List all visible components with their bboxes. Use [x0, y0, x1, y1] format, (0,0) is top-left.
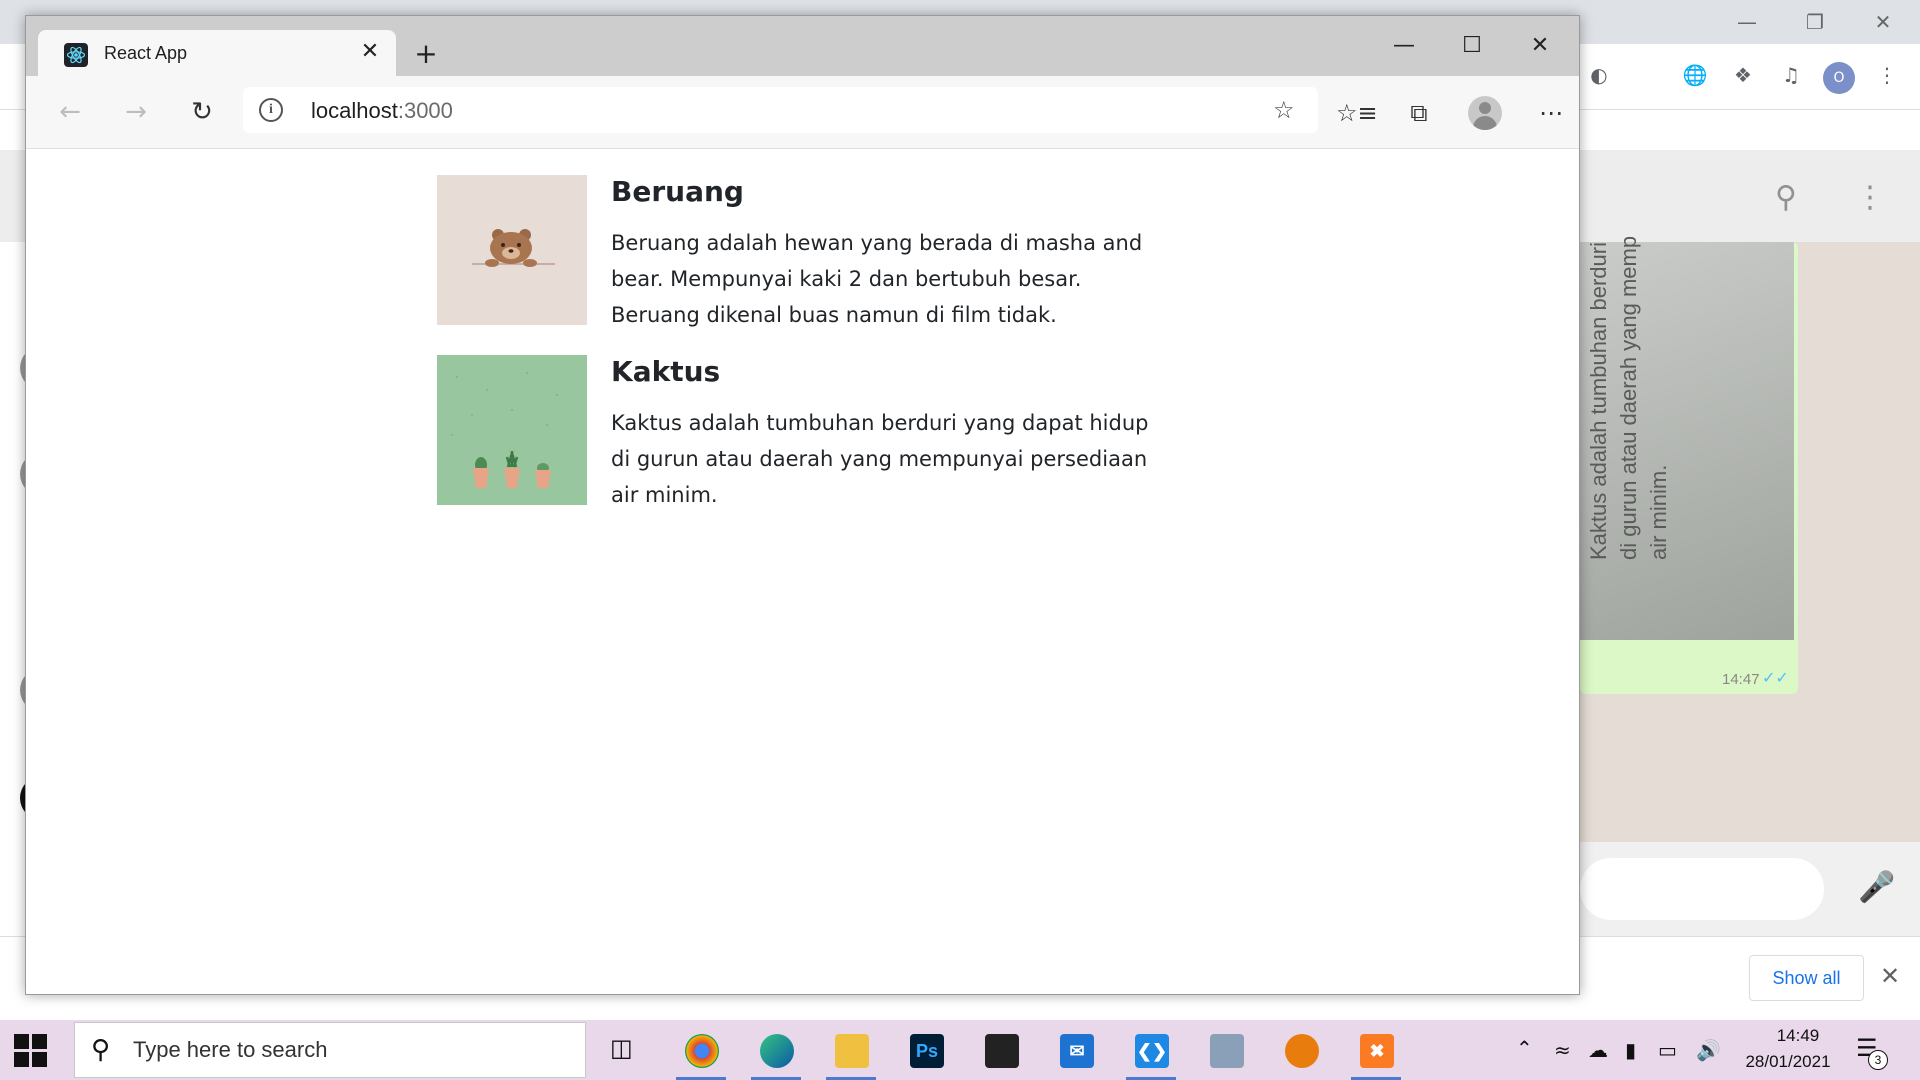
page-content: Beruang Beruang adalah hewan yang berada…: [26, 150, 1579, 994]
task-view-icon[interactable]: ◫: [610, 1034, 640, 1064]
microphone-icon[interactable]: ▮: [1625, 1038, 1636, 1062]
cactus-image: [437, 355, 587, 505]
photoshop-icon[interactable]: Ps: [895, 1024, 957, 1080]
vscode-icon[interactable]: ❮❯: [1120, 1024, 1182, 1080]
show-hidden-icons-chevron-icon[interactable]: ⌃: [1516, 1036, 1533, 1060]
bear-illustration-icon: [472, 229, 555, 267]
show-all-button[interactable]: Show all: [1749, 955, 1864, 1001]
minimize-icon[interactable]: —: [1384, 31, 1424, 61]
card-title: Kaktus: [611, 355, 721, 388]
bg-chat-search-icon[interactable]: ⚲: [1775, 180, 1797, 215]
site-info-icon[interactable]: i: [259, 98, 283, 122]
bg-mic-icon[interactable]: 🎤: [1858, 870, 1895, 906]
taskbar-search-placeholder: Type here to search: [133, 1037, 328, 1062]
collections-icon[interactable]: ⧉: [1402, 96, 1436, 130]
tab-close-icon[interactable]: ✕: [358, 40, 382, 64]
more-options-icon[interactable]: ⋯: [1534, 96, 1568, 130]
add-favorite-icon[interactable]: ☆: [1273, 96, 1295, 124]
back-button[interactable]: ←: [52, 94, 88, 130]
edge-titlebar: React App ✕ + — ☐ ✕: [26, 16, 1579, 76]
volume-icon[interactable]: 🔊: [1696, 1038, 1721, 1062]
profile-avatar-icon[interactable]: [1468, 96, 1502, 130]
card-description: Kaktus adalah tumbuhan berduri yang dapa…: [611, 411, 1149, 507]
file-explorer-icon[interactable]: [820, 1024, 882, 1080]
edge-app-icon[interactable]: [745, 1024, 807, 1080]
taskbar-search-box[interactable]: ⚲ Type here to search: [74, 1022, 586, 1078]
address-bar[interactable]: i localhost:3000 ☆: [243, 87, 1318, 133]
card-description: Beruang adalah hewan yang berada di mash…: [611, 231, 1143, 327]
bg-extension-icon-1[interactable]: ◐: [1586, 62, 1612, 88]
bg-media-icon[interactable]: ♫: [1778, 62, 1804, 88]
bg-globe-icon[interactable]: 🌐: [1682, 62, 1708, 88]
download-bar-close-icon[interactable]: ✕: [1880, 962, 1900, 990]
tab-react-app[interactable]: React App ✕: [38, 30, 396, 76]
card-beruang: Beruang Beruang adalah hewan yang berada…: [437, 175, 1177, 335]
bg-chat-menu-icon[interactable]: ⋮: [1855, 180, 1885, 215]
close-window-icon[interactable]: ✕: [1520, 31, 1560, 61]
card-title: Beruang: [611, 175, 744, 208]
chrome-app-icon[interactable]: [670, 1024, 732, 1080]
url-port: :3000: [397, 98, 453, 123]
bg-profile-avatar[interactable]: O: [1823, 62, 1855, 94]
taskbar-clock-time[interactable]: 14:49: [1758, 1026, 1838, 1046]
mail-icon[interactable]: ✉: [1045, 1024, 1107, 1080]
wifi-icon[interactable]: ≈: [1554, 1038, 1571, 1062]
battery-icon[interactable]: ▭: [1658, 1038, 1677, 1062]
bg-read-ticks-icon: ✓✓: [1762, 668, 1789, 687]
react-logo-icon: [64, 43, 88, 67]
blender-icon[interactable]: [1270, 1024, 1332, 1080]
windows-start-icon[interactable]: [14, 1034, 48, 1068]
cactus-illustration-icon: [451, 372, 558, 488]
bg-message-input[interactable]: [1580, 858, 1824, 920]
bg-message-time: 14:47: [1722, 671, 1760, 688]
bg-minimize-icon[interactable]: —: [1732, 8, 1762, 36]
search-icon: ⚲: [91, 1035, 111, 1065]
favorites-icon[interactable]: ☆≡: [1336, 96, 1378, 130]
refresh-button[interactable]: ↻: [184, 94, 220, 130]
bear-image: [437, 175, 587, 325]
microsoft-store-icon[interactable]: [970, 1024, 1032, 1080]
onedrive-cloud-icon[interactable]: ☁: [1588, 1038, 1608, 1062]
edge-browser-window: React App ✕ + — ☐ ✕ ← → ↻ i localhost:30…: [25, 15, 1580, 995]
network-tool-icon[interactable]: [1195, 1024, 1257, 1080]
url-text[interactable]: localhost:3000: [311, 98, 453, 124]
tab-title: React App: [104, 43, 188, 63]
bg-menu-icon[interactable]: ⋮: [1874, 62, 1900, 88]
url-host: localhost: [311, 98, 398, 123]
card-kaktus: Kaktus Kaktus adalah tumbuhan berduri ya…: [437, 355, 1177, 515]
maximize-icon[interactable]: ☐: [1452, 31, 1492, 61]
windows-taskbar: ⚲ Type here to search ◫ Ps ✉ ❮❯ ✖ ⌃ ≈ ☁ …: [0, 1020, 1920, 1080]
bg-close-icon[interactable]: ✕: [1868, 8, 1898, 36]
bg-photo-text: Kaktus adalah tumbuhan berduri di gurun …: [1586, 235, 1671, 560]
forward-button[interactable]: →: [118, 94, 154, 130]
taskbar-clock-date[interactable]: 28/01/2021: [1733, 1052, 1843, 1072]
bg-puzzle-icon[interactable]: ❖: [1730, 62, 1756, 88]
notification-count-badge: 3: [1868, 1050, 1888, 1070]
edge-toolbar: ← → ↻ i localhost:3000 ☆ ☆≡ ⧉ ⋯: [26, 76, 1579, 149]
bg-restore-icon[interactable]: ❐: [1800, 8, 1830, 36]
new-tab-button[interactable]: +: [410, 38, 442, 70]
xampp-icon[interactable]: ✖: [1345, 1024, 1407, 1080]
